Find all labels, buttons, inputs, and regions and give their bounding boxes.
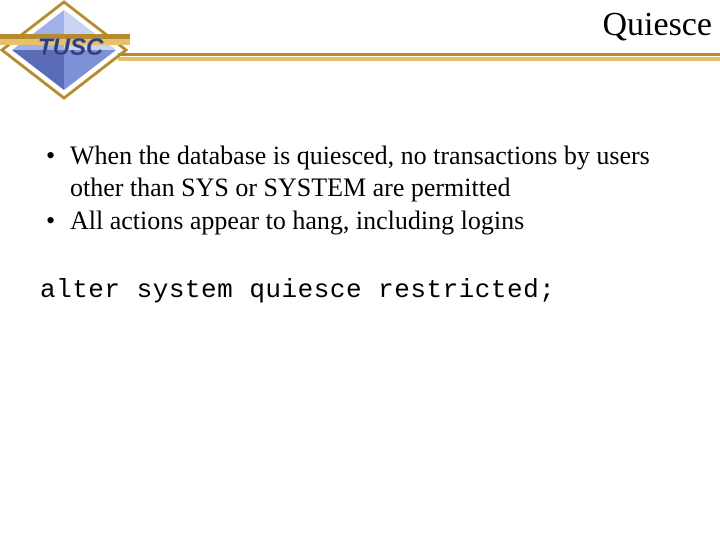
slide-header: Quiesce TUSC xyxy=(0,0,720,80)
title-rule-dark xyxy=(118,53,720,56)
bullet-list: When the database is quiesced, no transa… xyxy=(40,140,680,237)
tusc-logo-text: TUSC xyxy=(38,34,104,61)
tusc-logo-icon: TUSC xyxy=(0,0,160,110)
code-line: alter system quiesce restricted; xyxy=(40,275,680,305)
slide-title: Quiesce xyxy=(602,6,712,44)
slide-body: When the database is quiesced, no transa… xyxy=(40,140,680,305)
slide: Quiesce TUSC When the database is quiesc… xyxy=(0,0,720,540)
list-item: All actions appear to hang, including lo… xyxy=(70,205,680,237)
title-rule-light xyxy=(118,57,720,61)
list-item: When the database is quiesced, no transa… xyxy=(70,140,680,203)
